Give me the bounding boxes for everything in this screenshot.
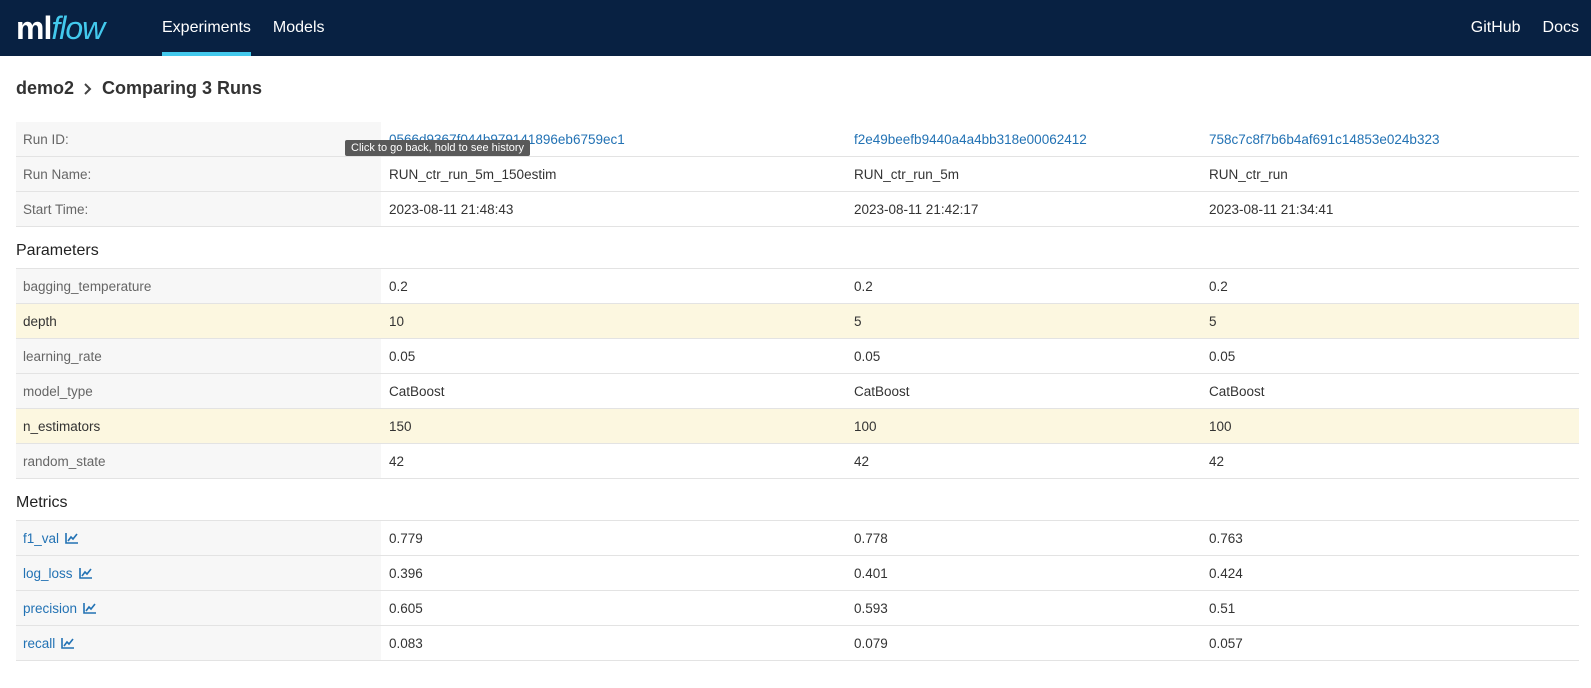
- param-name: depth: [16, 304, 381, 338]
- run-name-3: RUN_ctr_run: [1209, 166, 1288, 182]
- metric-row: precision 0.605 0.593 0.51: [16, 591, 1579, 626]
- run-name-1: RUN_ctr_run_5m_150estim: [389, 166, 557, 182]
- param-value: 5: [1209, 313, 1217, 329]
- run-id-row: Run ID: 0566d9367f044b979141896eb6759ec1…: [16, 122, 1579, 157]
- parameters-heading: Parameters: [16, 227, 1579, 269]
- metric-value: 0.51: [1209, 600, 1236, 616]
- metric-value: 0.763: [1209, 530, 1243, 546]
- metric-value: 0.083: [389, 635, 423, 651]
- param-value: 0.05: [854, 348, 881, 364]
- line-chart-icon: [61, 637, 75, 649]
- logo-flow: flow: [51, 9, 105, 46]
- start-time-3: 2023-08-11 21:34:41: [1209, 201, 1334, 217]
- param-row-diff: n_estimators 150 100 100: [16, 409, 1579, 444]
- param-value: 150: [389, 418, 412, 434]
- metric-row: log_loss 0.396 0.401 0.424: [16, 556, 1579, 591]
- metric-value: 0.593: [854, 600, 888, 616]
- docs-link[interactable]: Docs: [1543, 19, 1579, 37]
- compare-runs-table: Run ID: 0566d9367f044b979141896eb6759ec1…: [16, 122, 1579, 661]
- param-value: CatBoost: [389, 383, 445, 399]
- metrics-heading: Metrics: [16, 479, 1579, 521]
- param-row: bagging_temperature 0.2 0.2 0.2: [16, 269, 1579, 304]
- metric-row: f1_val 0.779 0.778 0.763: [16, 521, 1579, 556]
- metric-link-f1-val[interactable]: f1_val: [23, 531, 79, 546]
- start-time-2: 2023-08-11 21:42:17: [854, 201, 979, 217]
- metric-link-log-loss[interactable]: log_loss: [23, 566, 93, 581]
- run-id-label: Run ID:: [16, 122, 381, 156]
- param-row: random_state 42 42 42: [16, 444, 1579, 479]
- param-value: 10: [389, 313, 405, 329]
- param-name: n_estimators: [16, 409, 381, 443]
- param-value: 0.05: [1209, 348, 1236, 364]
- metric-value: 0.778: [854, 530, 888, 546]
- param-row-diff: depth 10 5 5: [16, 304, 1579, 339]
- metric-name: log_loss: [23, 565, 73, 581]
- tab-experiments[interactable]: Experiments: [151, 0, 262, 56]
- metric-value: 0.401: [854, 565, 888, 581]
- param-value: 42: [389, 453, 405, 469]
- breadcrumb: demo2 Comparing 3 Runs: [16, 78, 262, 99]
- param-value: CatBoost: [854, 383, 910, 399]
- run-id-link-3[interactable]: 758c7c8f7b6b4af691c14853e024b323: [1209, 132, 1439, 147]
- param-name: random_state: [16, 444, 381, 478]
- run-name-2: RUN_ctr_run_5m: [854, 166, 960, 182]
- line-chart-icon: [65, 532, 79, 544]
- metric-link-recall[interactable]: recall: [23, 636, 75, 651]
- param-name: model_type: [16, 374, 381, 408]
- param-value: 42: [1209, 453, 1225, 469]
- param-value: 0.2: [389, 278, 408, 294]
- metric-link-precision[interactable]: precision: [23, 601, 97, 616]
- main-nav: Experiments Models: [151, 0, 336, 56]
- param-name: learning_rate: [16, 339, 381, 373]
- logo-ml: ml: [16, 9, 52, 46]
- param-value: 0.2: [854, 278, 873, 294]
- top-navbar: ml flow Experiments Models GitHub Docs: [0, 0, 1591, 56]
- line-chart-icon: [78, 567, 93, 579]
- metric-row: recall 0.083 0.079 0.057: [16, 626, 1579, 661]
- metric-value: 0.396: [389, 565, 423, 581]
- metric-value: 0.424: [1209, 565, 1243, 581]
- chevron-right-icon: [83, 82, 93, 95]
- param-value: 42: [854, 453, 870, 469]
- tab-models[interactable]: Models: [262, 0, 336, 56]
- metric-value: 0.057: [1209, 635, 1243, 651]
- param-row: learning_rate 0.05 0.05 0.05: [16, 339, 1579, 374]
- run-id-link-2[interactable]: f2e49beefb9440a4a4bb318e00062412: [854, 132, 1087, 147]
- param-value: 100: [1209, 418, 1232, 434]
- mlflow-logo[interactable]: ml flow: [0, 0, 151, 56]
- back-button-tooltip: Click to go back, hold to see history: [345, 140, 531, 156]
- run-name-label: Run Name:: [16, 157, 381, 191]
- start-time-row: Start Time: 2023-08-11 21:48:43 2023-08-…: [16, 192, 1579, 227]
- metric-name: f1_val: [23, 530, 60, 546]
- start-time-label: Start Time:: [16, 192, 381, 226]
- param-row: model_type CatBoost CatBoost CatBoost: [16, 374, 1579, 409]
- metric-name: precision: [23, 600, 78, 616]
- tab-experiments-label: Experiments: [162, 19, 251, 36]
- run-name-row: Run Name: RUN_ctr_run_5m_150estim RUN_ct…: [16, 157, 1579, 192]
- metric-value: 0.079: [854, 635, 888, 651]
- metric-name: recall: [23, 635, 56, 651]
- tab-models-label: Models: [272, 19, 325, 36]
- line-chart-icon: [83, 602, 97, 614]
- github-link[interactable]: GitHub: [1471, 19, 1521, 37]
- breadcrumb-experiment-link[interactable]: demo2: [16, 78, 74, 99]
- metric-value: 0.779: [389, 530, 423, 546]
- param-value: 0.05: [389, 348, 416, 364]
- nav-right-links: GitHub Docs: [1449, 0, 1591, 56]
- start-time-1: 2023-08-11 21:48:43: [389, 201, 514, 217]
- param-value: 5: [854, 313, 862, 329]
- metric-value: 0.605: [389, 600, 423, 616]
- param-name: bagging_temperature: [16, 269, 381, 303]
- param-value: CatBoost: [1209, 383, 1265, 399]
- page-title: Comparing 3 Runs: [102, 78, 263, 98]
- param-value: 0.2: [1209, 278, 1228, 294]
- param-value: 100: [854, 418, 877, 434]
